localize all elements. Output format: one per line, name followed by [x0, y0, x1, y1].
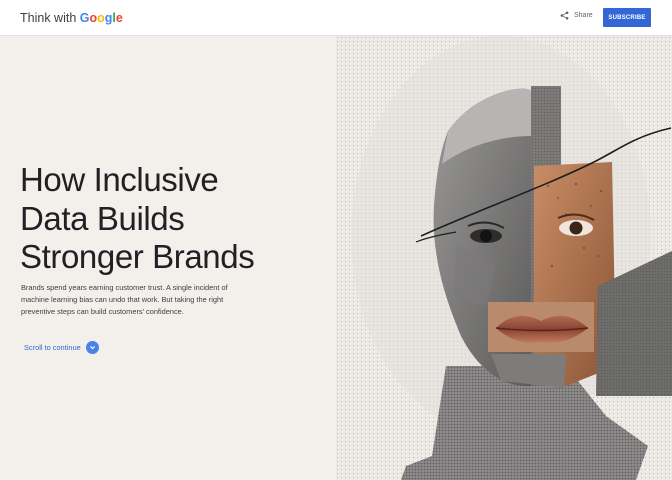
subscribe-button[interactable]: SUBSCRIBE: [603, 8, 651, 27]
page-title: How Inclusive Data Builds Stronger Brand…: [20, 161, 330, 277]
think-with-google-logo[interactable]: Think with Google: [20, 11, 123, 25]
share-icon: [560, 11, 569, 20]
hero-collage-image: [336, 36, 672, 480]
logo-brand-letter: e: [115, 11, 123, 25]
title-line: Stronger Brands: [20, 238, 255, 275]
share-button[interactable]: Share: [560, 11, 593, 20]
logo-lead-text: Think with: [20, 11, 80, 25]
title-line: How Inclusive: [20, 161, 219, 198]
chevron-down-icon: [85, 341, 99, 354]
share-label: Share: [574, 12, 593, 19]
logo-brand-letter: o: [97, 11, 105, 25]
title-line: Data Builds: [20, 199, 185, 237]
scroll-to-continue-link[interactable]: Scroll to continue: [24, 341, 99, 354]
article-description: Brands spend years earning customer trus…: [21, 283, 228, 316]
top-bar: Think with Google Share SUBSCRIBE: [0, 0, 672, 36]
logo-brand-letter: o: [89, 11, 98, 25]
scroll-label: Scroll to continue: [24, 343, 81, 352]
